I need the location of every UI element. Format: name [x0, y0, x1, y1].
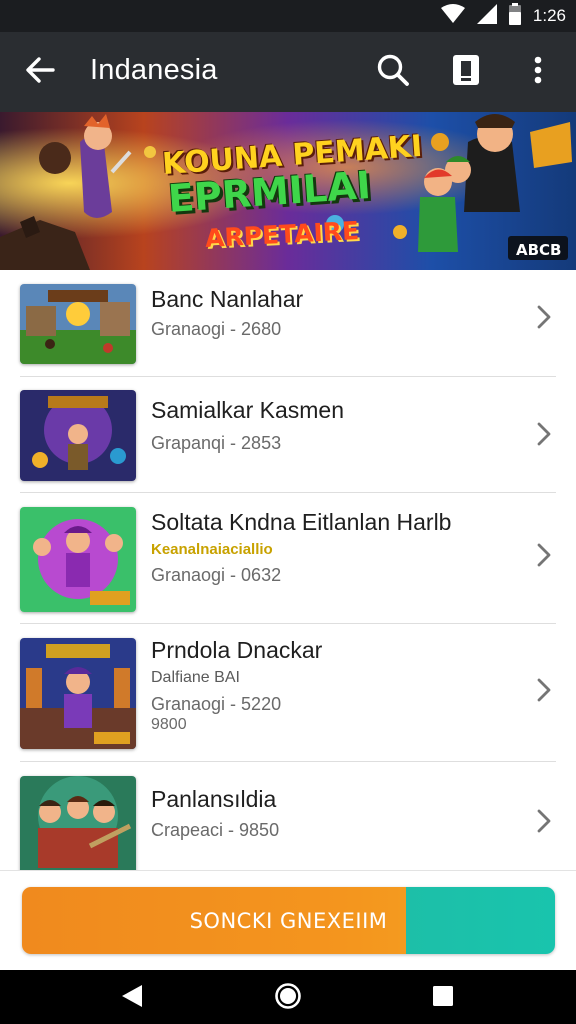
chevron-right-icon: [532, 806, 556, 836]
game-thumbnail: [20, 638, 136, 749]
game-title: Prndola Dnackar: [151, 637, 323, 663]
game-thumbnail: [20, 284, 136, 364]
device-button[interactable]: [446, 52, 486, 92]
back-button[interactable]: [18, 52, 62, 92]
game-meta: Granaogi - 5220: [151, 694, 282, 714]
search-icon: [376, 53, 410, 92]
screen: 1:26 Indanesia KOUNA PEMAKI EPRMILAI ARP…: [0, 0, 576, 1024]
page-title: Indanesia: [90, 54, 218, 86]
game-title: Samialkar Kasmen: [151, 397, 345, 423]
banner-tag: ABCB: [516, 241, 562, 259]
list-item[interactable]: Samialkar Kasmen Grapanqi - 2853: [20, 377, 556, 492]
game-tagline: Keanalnaiaciallio: [151, 541, 273, 558]
device-icon: [452, 54, 480, 91]
promo-banner[interactable]: KOUNA PEMAKI EPRMILAI ARPETAIRE ABCB: [0, 112, 576, 270]
nav-home-button[interactable]: [270, 980, 306, 1016]
list-item[interactable]: Banc Nanlahar Granaogi - 2680: [20, 270, 556, 376]
more-options-button[interactable]: [518, 52, 558, 92]
list-item[interactable]: Panlansıldia Crapeaci - 9850: [20, 762, 556, 870]
game-meta: Grapanqi - 2853: [151, 433, 282, 453]
status-time: 1:26: [532, 6, 566, 25]
list-item[interactable]: Prndola Dnackar Dalfiane BAI Granaogi - …: [20, 624, 556, 761]
cta-label: SONCKI GNEXEIIM: [189, 908, 388, 933]
status-bar: 1:26: [0, 0, 576, 32]
game-detail: Dalfiane BAI: [151, 669, 240, 686]
chevron-right-icon: [532, 540, 556, 570]
app-bar: Indanesia: [0, 32, 576, 112]
game-meta: Crapeaci - 9850: [151, 820, 280, 840]
game-title: Soltata Kndna Eitlanlan Harlb: [151, 509, 452, 535]
search-button[interactable]: [373, 52, 413, 92]
chevron-right-icon: [532, 302, 556, 332]
game-list: Banc Nanlahar Granaogi - 2680 Samialkar …: [0, 270, 576, 870]
nav-recents-button[interactable]: [425, 980, 461, 1016]
battery-icon: [508, 2, 521, 30]
nav-home-icon: [274, 982, 302, 1015]
bottom-action-area: SONCKI GNEXEIIM: [0, 870, 576, 970]
signal-icon: [476, 3, 497, 29]
nav-back-button[interactable]: [114, 980, 150, 1016]
wifi-icon: [440, 3, 465, 29]
game-thumbnail: [20, 390, 136, 481]
nav-recents-icon: [432, 985, 454, 1012]
game-extra: 9800: [151, 716, 187, 733]
more-vert-icon: [534, 56, 542, 89]
system-nav-bar: [0, 970, 576, 1024]
game-thumbnail: [20, 776, 136, 870]
status-icons: 1:26: [440, 0, 566, 32]
game-meta: Granaogi - 2680: [151, 319, 282, 339]
game-thumbnail: [20, 507, 136, 612]
cta-button[interactable]: SONCKI GNEXEIIM: [22, 887, 555, 954]
game-title: Panlansıldia: [151, 786, 277, 812]
game-meta: Granaogi - 0632: [151, 565, 282, 585]
nav-back-icon: [120, 983, 144, 1014]
list-item[interactable]: Soltata Kndna Eitlanlan Harlb Keanalnaia…: [20, 493, 556, 623]
back-arrow-icon: [25, 56, 55, 88]
chevron-right-icon: [532, 675, 556, 705]
chevron-right-icon: [532, 419, 556, 449]
game-title: Banc Nanlahar: [151, 286, 304, 312]
